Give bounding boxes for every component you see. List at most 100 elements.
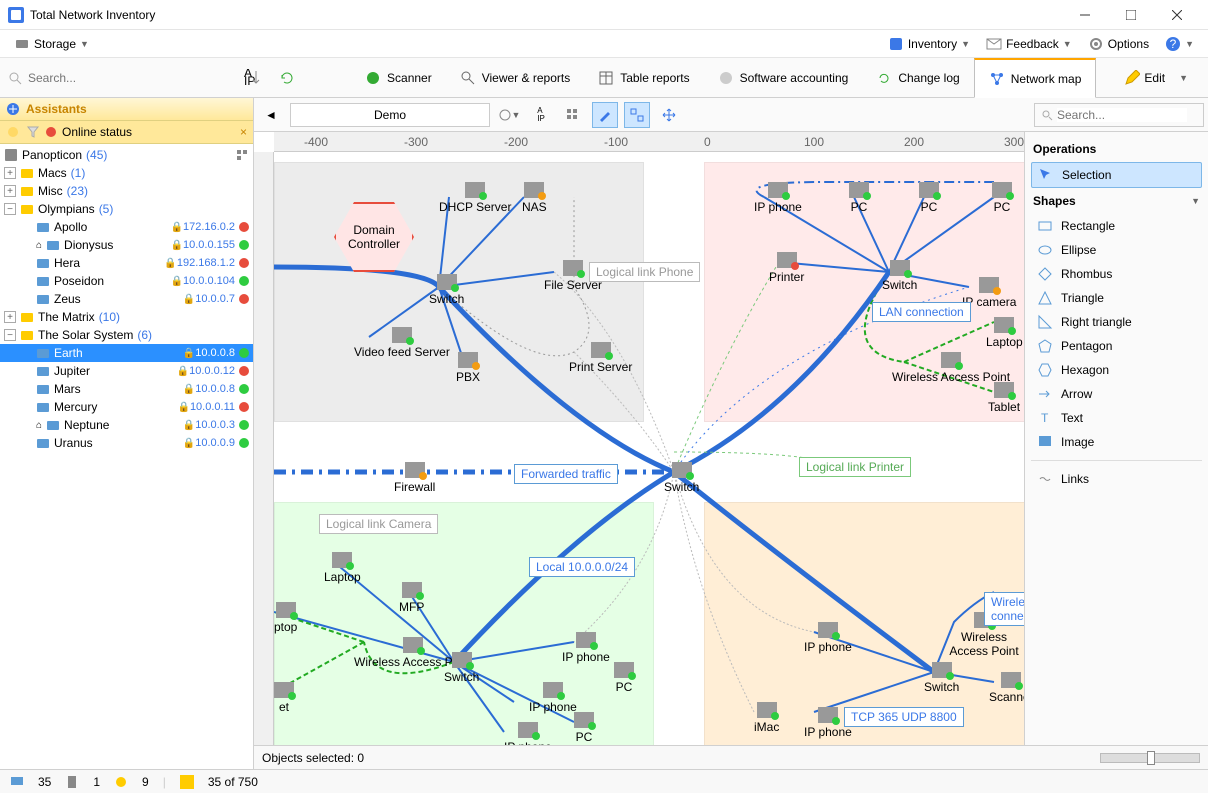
tree-group[interactable]: +Misc (23) — [0, 182, 253, 200]
label-forwarded[interactable]: Forwarded traffic — [514, 464, 618, 484]
pointer-tool[interactable] — [592, 102, 618, 128]
label-lan[interactable]: LAN connection — [872, 302, 971, 322]
zoom-slider[interactable] — [1100, 753, 1200, 763]
node-ip_phone[interactable]: IP phone — [562, 632, 610, 664]
move-tool[interactable] — [656, 102, 682, 128]
storage-menu[interactable]: Storage▼ — [8, 34, 95, 54]
maximize-button[interactable] — [1108, 0, 1154, 30]
label-tcp[interactable]: TCP 365 UDP 8800 — [844, 707, 964, 727]
sidebar-search[interactable] — [8, 71, 228, 85]
node-nas[interactable]: NAS — [522, 182, 547, 214]
label-logical-phone[interactable]: Logical link Phone — [589, 262, 700, 282]
tree-node[interactable]: ⌂Dionysus🔒10.0.0.155 — [0, 236, 253, 254]
node-pc[interactable]: PC — [574, 712, 594, 744]
sort-ip-button[interactable]: AIP — [528, 102, 554, 128]
tree-group[interactable]: −The Solar System (6) — [0, 326, 253, 344]
node-ip_phone[interactable]: IP phone — [504, 722, 552, 745]
options-menu[interactable]: Options — [1082, 34, 1155, 54]
node-ip_phone[interactable]: IP phone — [529, 682, 577, 714]
node-et[interactable]: et — [274, 682, 294, 714]
node-ptop[interactable]: ptop — [274, 602, 297, 634]
tree-node[interactable]: Apollo🔒172.16.0.2 — [0, 218, 253, 236]
shape-pentagon[interactable]: Pentagon — [1031, 334, 1202, 358]
shapes-header[interactable]: Shapes▼ — [1031, 190, 1202, 212]
shape-rhombus[interactable]: Rhombus — [1031, 262, 1202, 286]
tab-viewer[interactable]: Viewer & reports — [446, 58, 584, 97]
tree-group[interactable]: +The Matrix (10) — [0, 308, 253, 326]
node-imac[interactable]: iMac — [754, 702, 779, 734]
shape-ellipse[interactable]: Ellipse — [1031, 238, 1202, 262]
shape-rectangle[interactable]: Rectangle — [1031, 214, 1202, 238]
node-switch[interactable]: Switch — [924, 662, 959, 694]
label-local-net[interactable]: Local 10.0.0.0/24 — [529, 557, 635, 577]
filter-az-icon[interactable]: AIP — [244, 69, 262, 87]
node-switch[interactable]: Switch — [429, 274, 464, 306]
map-settings-button[interactable]: ▼ — [496, 102, 522, 128]
label-wireless[interactable]: Wireless connection — [984, 592, 1024, 626]
node-laptop[interactable]: Laptop — [324, 552, 361, 584]
node-wap[interactable]: Wireless Access Point — [892, 352, 1010, 384]
node-ip_phone[interactable]: IP phone — [804, 622, 852, 654]
grid-button[interactable] — [560, 102, 586, 128]
shape-hexagon[interactable]: Hexagon — [1031, 358, 1202, 382]
search-input[interactable] — [28, 71, 168, 85]
close-button[interactable] — [1154, 0, 1200, 30]
label-logical-printer[interactable]: Logical link Printer — [799, 457, 911, 477]
refresh-icon[interactable] — [278, 69, 296, 87]
online-status-filter[interactable]: Online status × — [0, 121, 253, 144]
inventory-menu[interactable]: Inventory▼ — [882, 34, 976, 54]
links-item[interactable]: Links — [1031, 467, 1202, 491]
node-pc[interactable]: PC — [992, 182, 1012, 214]
map-selector[interactable]: Demo — [290, 103, 490, 127]
shape-arrow[interactable]: Arrow — [1031, 382, 1202, 406]
tree-node[interactable]: Uranus🔒10.0.0.9 — [0, 434, 253, 452]
feedback-menu[interactable]: Feedback▼ — [980, 34, 1078, 54]
tree-node[interactable]: Mercury🔒10.0.0.11 — [0, 398, 253, 416]
node-pc[interactable]: PC — [849, 182, 869, 214]
node-laptop[interactable]: Laptop — [986, 317, 1023, 349]
device-tree[interactable]: Panopticon (45)+Macs (1)+Misc (23)−Olymp… — [0, 144, 253, 769]
tab-software[interactable]: Software accounting — [704, 58, 863, 97]
canvas-search[interactable] — [1034, 103, 1204, 127]
tab-table-reports[interactable]: Table reports — [584, 58, 703, 97]
node-mfp[interactable]: MFP — [399, 582, 424, 614]
map-canvas[interactable]: -400-300-200-1000100200300 — [254, 132, 1024, 745]
shape-right-triangle[interactable]: Right triangle — [1031, 310, 1202, 334]
node-domain-controller[interactable]: Domain Controller — [334, 202, 414, 272]
help-menu[interactable]: ?▼ — [1159, 34, 1200, 54]
tree-node[interactable]: ⌂Neptune🔒10.0.0.3 — [0, 416, 253, 434]
node-ip_phone[interactable]: IP phone — [754, 182, 802, 214]
node-pbx[interactable]: PBX — [456, 352, 480, 384]
assistants-header[interactable]: Assistants — [0, 98, 253, 121]
tree-node[interactable]: Jupiter🔒10.0.0.12 — [0, 362, 253, 380]
node-switch[interactable]: Switch — [444, 652, 479, 684]
close-filter-icon[interactable]: × — [240, 125, 247, 139]
shape-image[interactable]: Image — [1031, 430, 1202, 454]
node-print_server[interactable]: Print Server — [569, 342, 632, 374]
tree-node[interactable]: Zeus🔒10.0.0.7 — [0, 290, 253, 308]
edit-menu[interactable]: Edit▼ — [1112, 70, 1200, 86]
shape-text[interactable]: TText — [1031, 406, 1202, 430]
label-logical-camera[interactable]: Logical link Camera — [319, 514, 438, 534]
node-tablet[interactable]: Tablet — [988, 382, 1020, 414]
tree-node[interactable]: Poseidon🔒10.0.0.104 — [0, 272, 253, 290]
node-dhcp[interactable]: DHCP Server — [439, 182, 511, 214]
node-video_feed[interactable]: Video feed Server — [354, 327, 450, 359]
node-pc[interactable]: PC — [919, 182, 939, 214]
tab-changelog[interactable]: Change log — [862, 58, 973, 97]
shape-triangle[interactable]: Triangle — [1031, 286, 1202, 310]
node-scanner[interactable]: Scanner — [989, 672, 1024, 704]
tab-network-map[interactable]: Network map — [974, 58, 1097, 98]
prev-map-button[interactable]: ◄ — [258, 102, 284, 128]
tree-group[interactable]: +Macs (1) — [0, 164, 253, 182]
tree-root[interactable]: Panopticon (45) — [0, 146, 253, 164]
node-switch[interactable]: Switch — [882, 260, 917, 292]
minimize-button[interactable] — [1062, 0, 1108, 30]
tree-node[interactable]: Hera🔒192.168.1.2 — [0, 254, 253, 272]
node-pc[interactable]: PC — [614, 662, 634, 694]
node-printer[interactable]: Printer — [769, 252, 804, 284]
node-switch[interactable]: Switch — [664, 462, 699, 494]
select-tool[interactable] — [624, 102, 650, 128]
tree-node[interactable]: Earth🔒10.0.0.8 — [0, 344, 253, 362]
tree-group[interactable]: −Olympians (5) — [0, 200, 253, 218]
